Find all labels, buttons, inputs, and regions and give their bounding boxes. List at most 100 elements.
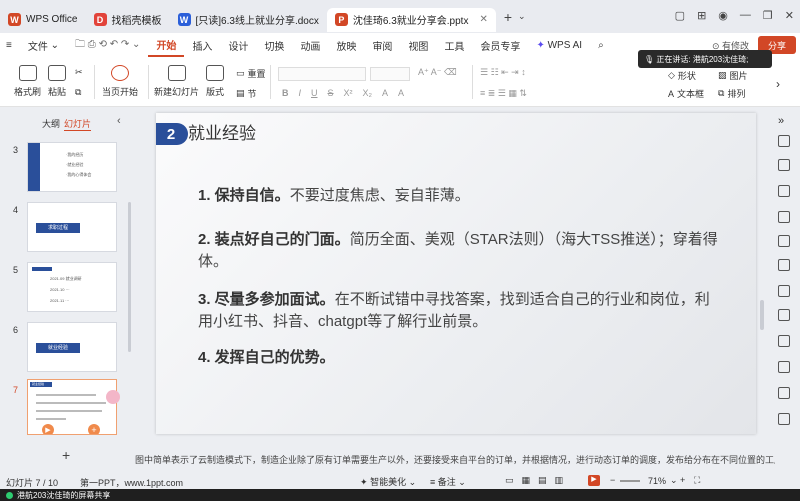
settings-icon[interactable] (778, 387, 790, 399)
menu-item-home[interactable]: 开始 (148, 33, 185, 57)
tab-docer[interactable]: D 找稻壳模板 (86, 8, 170, 32)
menu-item-review[interactable]: 审阅 (364, 33, 400, 57)
search-icon[interactable]: ⌕ (590, 33, 612, 57)
maximize-button[interactable]: ❐ (763, 9, 773, 22)
new-tab-button[interactable]: + (504, 9, 512, 25)
arrange-button[interactable]: ⧉ 排列 (718, 87, 745, 100)
format-painter-label: 格式刷 (14, 87, 42, 97)
tab-pptx[interactable]: P 沈佳琦6.3就业分享会.pptx ✕ (326, 7, 496, 32)
menu-item-member[interactable]: 会员专享 (472, 33, 528, 57)
font-style-tools[interactable]: B I U S X² X₂ A A (282, 88, 404, 98)
paste-button[interactable]: 粘贴 (48, 65, 66, 98)
collapse-right-icon[interactable]: » (778, 115, 790, 127)
play-icon[interactable]: ▶ (42, 424, 54, 434)
chevron-down-icon[interactable]: ⌄ (670, 475, 678, 486)
add-slide-icon[interactable]: + (88, 424, 100, 434)
speaker-notes[interactable]: 图中简单表示了云制造模式下，制造企业除了原有订单需要生产以外，还要接受来自平台的… (135, 453, 775, 469)
layout-button[interactable]: 版式 (206, 65, 224, 98)
font-size-increase-icon[interactable]: A⁺ A⁻ ⌫ (418, 67, 457, 78)
picture-icon[interactable] (778, 259, 790, 271)
cut-icon[interactable]: ✂ (75, 67, 83, 78)
magic-icon[interactable] (778, 235, 790, 247)
remarks-button[interactable]: ≡ 备注 ⌄ (430, 475, 466, 488)
thumb-title: 就业经验 (36, 343, 80, 353)
shape-icon[interactable] (778, 211, 790, 223)
section-number-badge: 2 (156, 123, 188, 145)
ribbon-expand-icon[interactable]: › (776, 77, 780, 91)
slide-thumbnail-5[interactable]: 2021.09 就业调研 2021.10 ··· 2021.11 ··· (27, 262, 117, 312)
bold-icon[interactable]: B (282, 88, 289, 98)
translate-icon[interactable] (778, 361, 790, 373)
italic-icon[interactable]: I (299, 88, 302, 98)
minimize-button[interactable]: — (740, 9, 751, 22)
play-current-button[interactable]: 当页开始 (102, 65, 138, 98)
slide-thumbnail-4[interactable]: 求职过程 (27, 202, 117, 252)
highlight-icon[interactable]: A (398, 88, 404, 98)
format-painter-button[interactable]: 格式刷 (14, 65, 41, 98)
subscript-icon[interactable]: X₂ (363, 88, 373, 98)
tab-wps-office[interactable]: W WPS Office (0, 8, 86, 32)
underline-icon[interactable]: U (311, 88, 318, 98)
textbox-button[interactable]: A 文本框 (668, 87, 704, 100)
menu-file[interactable]: 文件 ⌄ (20, 33, 67, 57)
chart-icon[interactable] (778, 335, 790, 347)
design-icon[interactable] (778, 135, 790, 147)
menu-item-design[interactable]: 设计 (220, 33, 256, 57)
layout-label: 版式 (206, 87, 225, 97)
avatar[interactable]: ◉ (718, 9, 728, 22)
paragraph-tools[interactable]: ☰ ☷ ⇤ ⇥ ↕ (480, 67, 526, 78)
canvas-scrollbar[interactable] (760, 300, 764, 330)
play-slideshow-button[interactable]: ▶ (588, 475, 600, 486)
section-button[interactable]: ▤ 节 (236, 87, 257, 100)
menu-item-insert[interactable]: 插入 (184, 33, 220, 57)
menu-icon[interactable]: ≡ (0, 33, 20, 57)
font-family-select[interactable] (278, 67, 366, 81)
brush-icon (18, 65, 37, 81)
layers-icon[interactable] (778, 309, 790, 321)
strikethrough-icon[interactable]: S (328, 88, 334, 98)
new-slide-button[interactable]: 新建幻灯片 (154, 65, 199, 98)
more-icon[interactable] (778, 413, 790, 425)
menu-item-view[interactable]: 视图 (400, 33, 436, 57)
picture-button[interactable]: ▨ 图片 (718, 69, 748, 82)
slide-thumbnail-3[interactable]: ·我的经历 ·就业经验 ·我的心得体会 (27, 142, 117, 192)
panel-scrollbar[interactable] (128, 202, 131, 352)
zoom-in-icon[interactable]: + (680, 475, 685, 485)
slide-thumbnail-7[interactable]: 就业经验 ▶ + (27, 379, 117, 435)
window-layout-icon[interactable]: ▢ (675, 9, 685, 22)
image-icon[interactable] (778, 285, 790, 297)
quick-access-tools[interactable]: 🗀 ⎙ ⟲ ↶ ↷ ⌄ (67, 33, 148, 57)
smart-beautify-button[interactable]: ✦ 智能美化 ⌄ (360, 475, 416, 488)
apps-icon[interactable]: ⊞ (697, 9, 706, 22)
slide-thumbnail-6[interactable]: 就业经验 (27, 322, 117, 372)
copy-icon[interactable] (778, 185, 790, 197)
template-info: 第一PPT，www.1ppt.com (80, 478, 184, 488)
tab-outline[interactable]: 大纲 (42, 117, 60, 130)
align-tools[interactable]: ≡ ≣ ☰ ▦ ⇅ (480, 88, 527, 99)
add-slide-button[interactable]: + (62, 447, 70, 463)
shape-button[interactable]: ◇ 形状 (668, 69, 696, 82)
font-color-icon[interactable]: A (382, 88, 388, 98)
close-window-button[interactable]: ✕ (785, 9, 794, 22)
chevron-down-icon[interactable]: ⌄ (518, 11, 526, 22)
divider (270, 65, 271, 99)
animation-icon[interactable] (778, 159, 790, 171)
menu-item-transition[interactable]: 切换 (256, 33, 292, 57)
wps-ai-button[interactable]: ✦ WPS AI (528, 33, 590, 57)
view-mode-icons[interactable]: ▭▦▤▥ (505, 475, 571, 486)
zoom-out-icon[interactable]: − (610, 475, 615, 485)
copy-icon[interactable]: ⧉ (75, 87, 81, 98)
fit-window-icon[interactable]: ⛶ (694, 475, 700, 486)
font-size-select[interactable] (370, 67, 410, 81)
menu-item-tools[interactable]: 工具 (436, 33, 472, 57)
menu-item-slideshow[interactable]: 放映 (328, 33, 364, 57)
slide-canvas[interactable]: 2 就业经验 1. 保持自信。不要过度焦虑、妄自菲薄。 2. 装点好自己的门面。… (156, 113, 756, 434)
reset-button[interactable]: ▭ 重置 (236, 67, 266, 80)
tab-slides[interactable]: 幻灯片 (64, 117, 92, 131)
collapse-panel-icon[interactable]: ‹ (117, 115, 121, 127)
menu-item-animation[interactable]: 动画 (292, 33, 328, 57)
tab-word-doc[interactable]: W [只读]6.3线上就业分享.docx (170, 8, 327, 32)
zoom-slider[interactable] (620, 480, 640, 482)
close-icon[interactable]: ✕ (479, 14, 487, 25)
superscript-icon[interactable]: X² (344, 88, 353, 98)
